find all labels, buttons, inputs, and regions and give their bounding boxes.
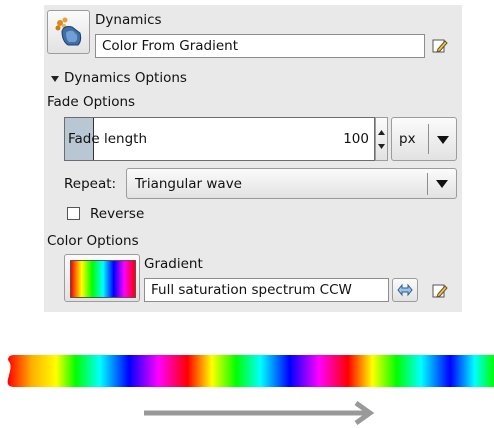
reverse-checkbox[interactable] xyxy=(67,207,80,220)
dynamics-brush-icon xyxy=(55,17,82,46)
repeat-dropdown[interactable]: Triangular wave xyxy=(126,168,457,199)
fade-length-spin-buttons[interactable] xyxy=(375,117,388,161)
unit-value: px xyxy=(399,131,416,147)
dynamics-preset-button[interactable] xyxy=(47,10,90,54)
fade-length-label: Fade length xyxy=(68,131,147,147)
edit-icon[interactable] xyxy=(432,283,448,299)
dynamics-options-expander[interactable]: Dynamics Options xyxy=(64,69,187,87)
gradient-label: Gradient xyxy=(144,256,203,272)
gradient-preview-swatch xyxy=(70,260,136,298)
edit-icon[interactable] xyxy=(432,38,448,54)
reverse-label[interactable]: Reverse xyxy=(90,205,144,223)
right-arrow-icon xyxy=(144,400,375,426)
gradient-stroke xyxy=(7,355,494,387)
reverse-gradient-button[interactable] xyxy=(392,278,418,302)
unit-dropdown-divider xyxy=(428,124,429,154)
dynamics-label: Dynamics xyxy=(95,12,162,28)
repeat-value: Triangular wave xyxy=(135,176,242,192)
repeat-label: Repeat: xyxy=(64,176,117,192)
dynamics-name-field[interactable]: Color From Gradient xyxy=(95,34,425,58)
spin-arrows-icon xyxy=(378,130,385,149)
gradient-name-field[interactable]: Full saturation spectrum CCW xyxy=(144,278,389,302)
gradient-stroke-illustration xyxy=(7,355,494,387)
expander-triangle-icon[interactable] xyxy=(51,76,59,82)
unit-dropdown[interactable]: px xyxy=(391,117,457,161)
fade-length-value: 100 xyxy=(343,131,369,147)
repeat-dropdown-divider xyxy=(427,173,428,195)
fade-length-slider[interactable]: Fade length 100 xyxy=(64,117,375,161)
dropdown-arrow-icon xyxy=(436,180,448,188)
swap-arrows-icon xyxy=(397,283,413,297)
paint-options-panel: Dynamics Color From Gradient Dynamics Op… xyxy=(44,5,462,312)
dropdown-arrow-icon xyxy=(437,136,449,144)
fade-options-heading: Fade Options xyxy=(47,94,136,110)
gradient-preview-button[interactable] xyxy=(64,254,140,302)
color-options-heading: Color Options xyxy=(47,233,139,249)
